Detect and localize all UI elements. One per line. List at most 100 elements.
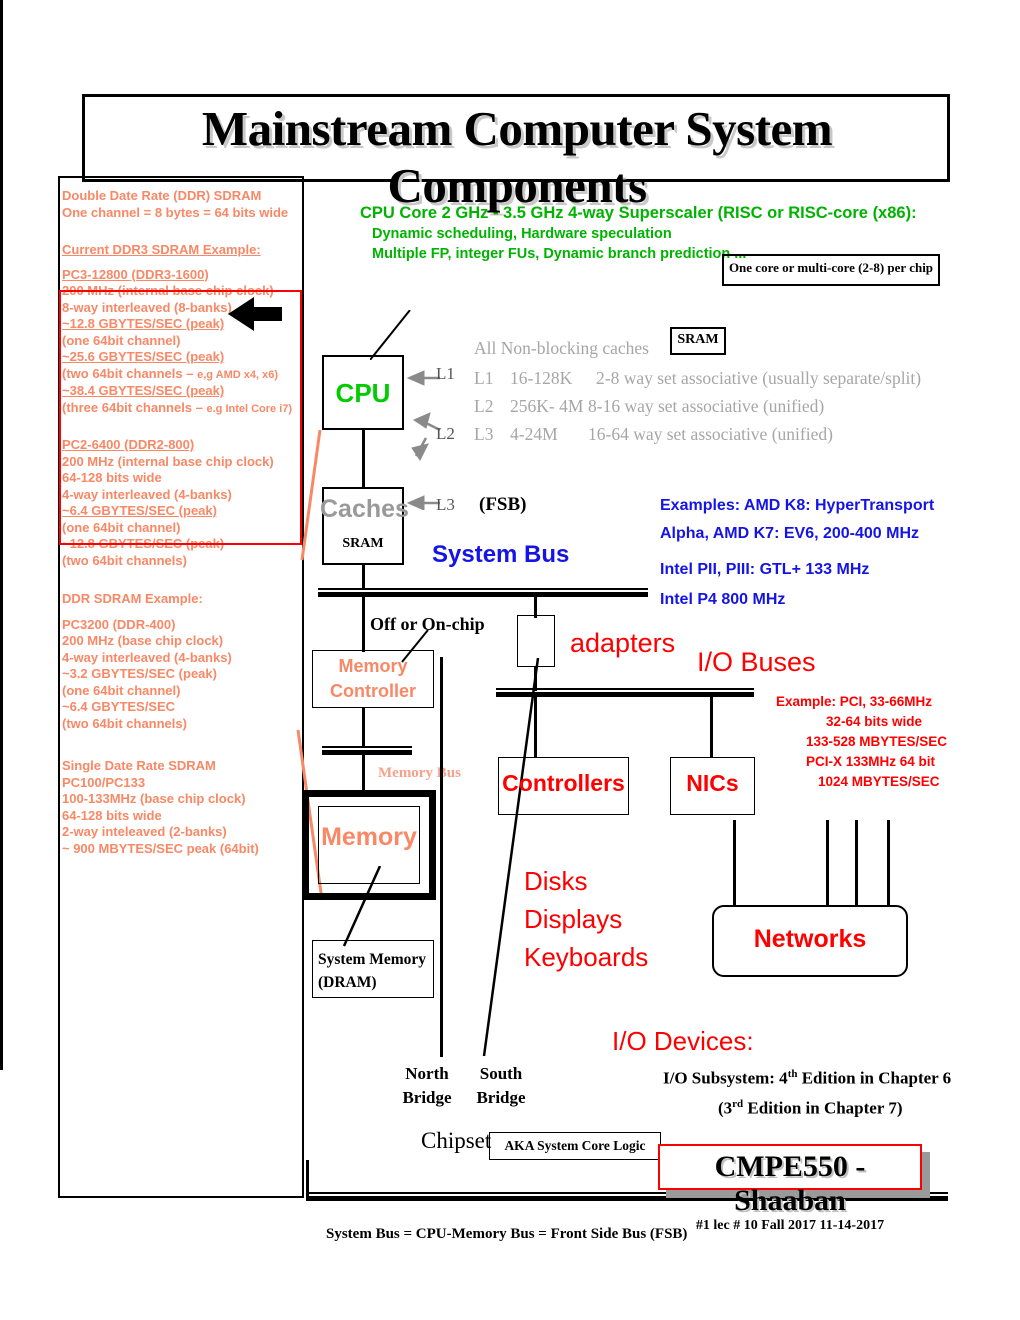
adapters-label: adapters (570, 628, 676, 658)
cpu-core-heading: CPU Core 2 GHz - 3.5 GHz 4-way Superscal… (360, 204, 917, 222)
network-link-4 (887, 820, 890, 906)
l1-label: L1 (436, 364, 455, 383)
ddr3-heading: Current DDR3 SDRAM Example: (62, 242, 261, 257)
iobus-controllers-connector (534, 695, 537, 757)
cache-row-l1-level: L1 (474, 368, 494, 388)
l3-label: L3 (436, 495, 455, 514)
memory-controller-line2: Controller (329, 681, 416, 701)
north-bridge-connector (440, 657, 443, 1057)
sdr-line: Single Date Rate SDRAM (62, 758, 216, 773)
memctl-membus-connector (362, 708, 365, 748)
cpu-pointer-line (370, 310, 411, 360)
sram-label: SRAM (677, 332, 719, 347)
caches-sram-label: SRAM (342, 536, 384, 551)
sidebar-line: One channel = 8 bytes = 64 bits wide (62, 204, 289, 220)
io-subsystem-line1: I/O Subsystem: 4th Edition in Chapter 6 (663, 1068, 951, 1089)
ddr2-line: (two 64bit channels) (62, 552, 187, 568)
fsb-note: System Bus = CPU-Memory Bus = Front Side… (326, 1226, 688, 1242)
caches-bus-connector (362, 565, 365, 590)
cpu-label: CPU (335, 378, 391, 408)
networks-label: Networks (753, 925, 867, 953)
system-memory-line2: (DRAM) (318, 974, 377, 991)
system-bus-label: System Bus (432, 541, 570, 568)
adapter-iobus-connector (534, 667, 537, 691)
south-bridge-line1: South (479, 1064, 523, 1083)
device-disks: Disks (524, 866, 588, 896)
north-bridge-line1: North (405, 1064, 449, 1083)
south-bridge-connector (482, 658, 540, 1057)
pci-note: 133-528 MBYTES/SEC (806, 734, 948, 749)
ddr-line: PC3200 (DDR-400) (62, 616, 176, 632)
io-subsystem-sup-a: th (787, 1068, 798, 1080)
cpu-core-line2: Dynamic scheduling, Hardware speculation (372, 226, 672, 242)
network-link-2 (826, 820, 829, 906)
io-subsystem-line2: (3rd Edition in Chapter 7) (718, 1098, 903, 1119)
sdr-line: 100-133MHz (base chip clock) (62, 791, 246, 806)
controllers-label: Controllers (502, 770, 625, 796)
network-link-3 (855, 820, 858, 906)
ddr-line: (two 64bit channels) (62, 715, 187, 731)
system-memory-line1: System Memory (318, 951, 427, 968)
south-bridge-label: South Bridge (466, 1062, 536, 1110)
memory-bus-label: Memory Bus (378, 765, 461, 781)
slide-right-edge (0, 0, 3, 1070)
membus-memory-connector (362, 755, 365, 791)
ddr-line: 4-way interleaved (4-banks) (62, 649, 232, 665)
fsb-label: (FSB) (479, 494, 527, 515)
lecture-meta: #1 lec # 10 Fall 2017 11-14-2017 (695, 1218, 885, 1233)
device-keyboards: Keyboards (524, 942, 649, 972)
cpu-caches-connector (362, 430, 365, 487)
device-displays: Displays (524, 904, 623, 934)
left-arrow-icon (228, 297, 282, 331)
sdr-line: 64-128 bits wide (62, 807, 162, 823)
iobus-nics-connector (710, 695, 713, 757)
cache-row-l2-assoc: 8-16 way set associative (unified) (588, 396, 825, 416)
north-bridge-label: North Bridge (392, 1062, 462, 1110)
cache-row-l3-size: 4-24M (510, 424, 558, 444)
memory-controller-label: Memory Controller (312, 654, 434, 704)
north-bridge-line2: Bridge (402, 1088, 452, 1107)
memory-dram-pointer (342, 866, 382, 947)
ddr-line: ~6.4 GBYTES/SEC (62, 699, 176, 714)
sdr-line: 2-way inteleaved (2-banks) (62, 824, 227, 839)
cache-row-l3-level: L3 (474, 424, 494, 444)
io-devices-label: I/O Devices: (612, 1026, 754, 1056)
bus-example-line: Intel P4 800 MHz (660, 591, 786, 608)
ddr-heading: DDR SDRAM Example: (62, 591, 203, 606)
io-subsystem-sup-b: rd (732, 1098, 744, 1110)
nics-label: NICs (686, 770, 739, 796)
cpu-core-line3: Multiple FP, integer FUs, Dynamic branch… (372, 246, 747, 262)
ddr-line: 200 MHz (base chip clock) (62, 633, 224, 648)
cache-row-l1-assoc: 2-8 way set associative (usually separat… (596, 368, 922, 388)
pci-note: 1024 MBYTES/SEC (818, 774, 940, 789)
bus-example-line: Alpha, AMD K7: EV6, 200-400 MHz (660, 525, 920, 542)
l2-label: L2 (436, 424, 455, 443)
south-bridge-line2: Bridge (476, 1088, 526, 1107)
one-core-note: One core or multi-core (2-8) per chip (728, 260, 934, 275)
bottom-left-riser (306, 1160, 309, 1198)
io-subsystem-text-b: Edition in Chapter 6 (797, 1068, 952, 1088)
ddr3-line: PC3-12800 (DDR3-1600) (62, 266, 209, 282)
io-buses-label: I/O Buses (697, 647, 816, 677)
io-device-list: Disks Displays Keyboards (524, 862, 648, 976)
sdr-line: ~ 900 MBYTES/SEC peak (64bit) (62, 840, 259, 856)
bus-examples-heading: Examples: AMD K8: HyperTransport (660, 497, 935, 514)
network-link-1 (733, 820, 736, 906)
cache-row-l2-size: 256K- 4M (510, 396, 584, 416)
cache-row-l3-assoc: 16-64 way set associative (unified) (588, 424, 833, 444)
cache-row-l1-size: 16-128K (510, 368, 573, 388)
bus-example-line: Intel PII, PIII: GTL+ 133 MHz (660, 561, 870, 578)
sdr-line: PC100/PC133 (62, 774, 146, 790)
caches-label: Caches (320, 495, 409, 523)
ddr-line: ~3.2 GBYTES/SEC (peak) (62, 666, 217, 681)
ddr-line: (one 64bit channel) (62, 682, 181, 698)
sidebar-line: Double Date Rate (DDR) SDRAM (62, 188, 262, 203)
aka-core-logic-label: AKA System Core Logic (504, 1138, 646, 1153)
io-subsystem-text-c: (3 (718, 1098, 733, 1118)
pci-note: 32-64 bits wide (826, 714, 923, 729)
caches-heading: All Non-blocking caches (474, 338, 649, 358)
course-badge-label: CMPE550 - Shaaban (714, 1150, 866, 1217)
bus-memctl-connector (362, 596, 365, 652)
cache-row-l2-level: L2 (474, 396, 494, 416)
io-subsystem-text-a: I/O Subsystem: 4 (663, 1068, 788, 1088)
